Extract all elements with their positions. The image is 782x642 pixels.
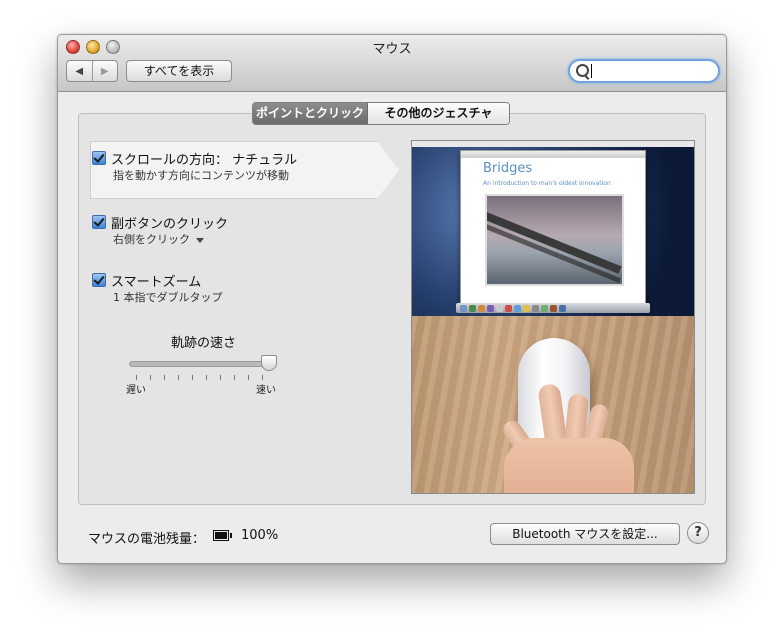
preview-title: Bridges [483,161,533,176]
slider-tick [178,375,179,380]
tracking-speed-label: 軌跡の速さ [171,336,237,351]
dock-icon [469,304,476,312]
chevron-down-icon [196,237,204,243]
mini-dock [456,303,650,313]
option-subtitle: 指を動かす方向にコンテンツが移動 [113,169,289,182]
slider-tick [220,375,221,380]
mini-toolbar [461,151,645,158]
mini-document-window: Bridges An introduction to man's oldest … [460,150,646,304]
window-title: マウス [372,42,412,57]
tab-bar: ポイントとクリック その他のジェスチャ [252,102,510,125]
search-icon [576,64,589,77]
setup-bluetooth-mouse-button[interactable]: Bluetooth マウスを設定... [490,523,680,545]
slider-tick [206,375,207,380]
tab-point-and-click[interactable]: ポイントとクリック [253,103,368,124]
desktop-preview: Bridges An introduction to man's oldest … [412,141,694,316]
palm [504,438,634,493]
slider-tick [150,375,151,380]
bridge-reflection [487,222,622,284]
slider-tick [248,375,249,380]
option-title: スクロールの方向： ナチュラル [111,153,298,168]
hand-image [499,378,634,493]
slider-tick [136,375,137,380]
dock-icon [532,304,539,312]
dock-icon [496,304,503,312]
option-title: スマートズーム [111,275,202,290]
scroll-direction-checkbox[interactable] [92,151,106,165]
tab-more-gestures[interactable]: その他のジェスチャ [368,103,509,124]
option-title: 副ボタンのクリック [111,217,229,232]
secondary-click-checkbox[interactable] [92,215,106,229]
dock-icon [478,304,485,312]
search-input[interactable] [568,59,720,83]
slider-knob[interactable] [261,355,277,371]
slider-ticks [136,375,266,381]
footer: マウスの電池残量： 100% Bluetooth マウスを設定... ? [58,513,726,563]
dock-icon [550,304,557,312]
show-all-button[interactable]: すべてを表示 [126,60,232,82]
dropdown-value: 右側をクリック [113,233,190,246]
battery-value: 100% [241,528,279,543]
slider-tick [262,375,263,380]
tracking-speed-slider[interactable] [129,361,271,367]
forward-arrow-icon[interactable]: ▶ [91,61,118,81]
preferences-window: マウス ◀ ▶ すべてを表示 ポイントとクリック その他のジェスチャ スクロール… [57,34,727,564]
mini-menubar [412,141,694,147]
bridge-photo [485,194,624,286]
help-button[interactable]: ? [687,522,709,544]
bridge-deck [487,210,622,274]
dock-icon [559,304,566,312]
slider-tick [164,375,165,380]
slider-tick [234,375,235,380]
text-caret [591,64,592,78]
battery-label: マウスの電池残量： [88,532,206,547]
option-subtitle: 1 本指でダブルタップ [113,291,223,304]
dock-icon [460,304,467,312]
gesture-preview-video: Bridges An introduction to man's oldest … [411,140,695,494]
dock-icon [505,304,512,312]
dock-icon [541,304,548,312]
back-forward-control: ◀ ▶ [66,60,118,82]
battery-icon [213,530,232,541]
secondary-click-dropdown[interactable]: 右側をクリック [113,231,204,247]
smart-zoom-checkbox[interactable] [92,273,106,287]
dock-icon [523,304,530,312]
back-arrow-icon[interactable]: ◀ [67,61,92,81]
preview-subtitle: An introduction to man's oldest innovati… [483,180,611,187]
settings-panel: スクロールの方向： ナチュラル 指を動かす方向にコンテンツが移動 副ボタンのクリ… [78,113,706,505]
dock-icon [514,304,521,312]
fast-label: 速い [256,385,276,396]
slow-label: 遅い [126,385,146,396]
dock-icon [487,304,494,312]
slider-tick [192,375,193,380]
desk-scene [412,316,694,493]
title-bar: マウス ◀ ▶ すべてを表示 [58,35,726,92]
